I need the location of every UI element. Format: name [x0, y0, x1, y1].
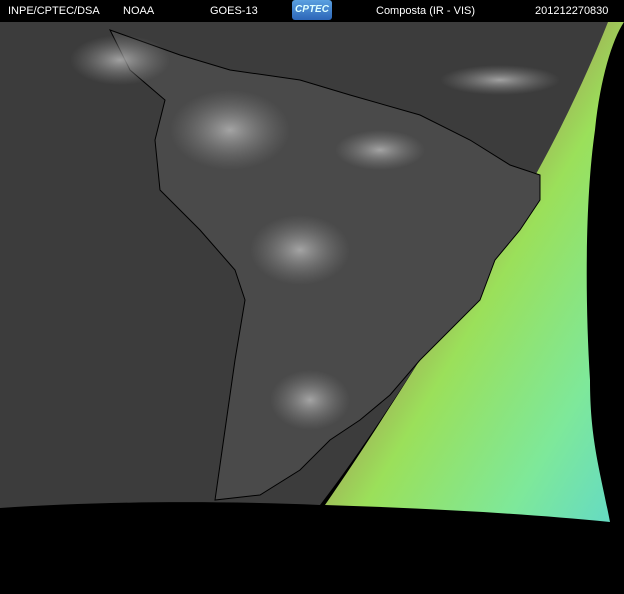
satellite-label: GOES-13 [210, 5, 258, 17]
product-label: Composta (IR - VIS) [376, 5, 476, 17]
timestamp-label: 201212270830 [535, 5, 609, 17]
agency-label: NOAA [123, 5, 155, 17]
institution-label: INPE/CPTEC/DSA [8, 5, 100, 17]
satellite-image-viewer: INPE/CPTEC/DSA NOAA GOES-13 CPTEC Compos… [0, 0, 624, 594]
cptec-logo: CPTEC [292, 0, 332, 20]
satellite-composite-map [0, 0, 624, 594]
